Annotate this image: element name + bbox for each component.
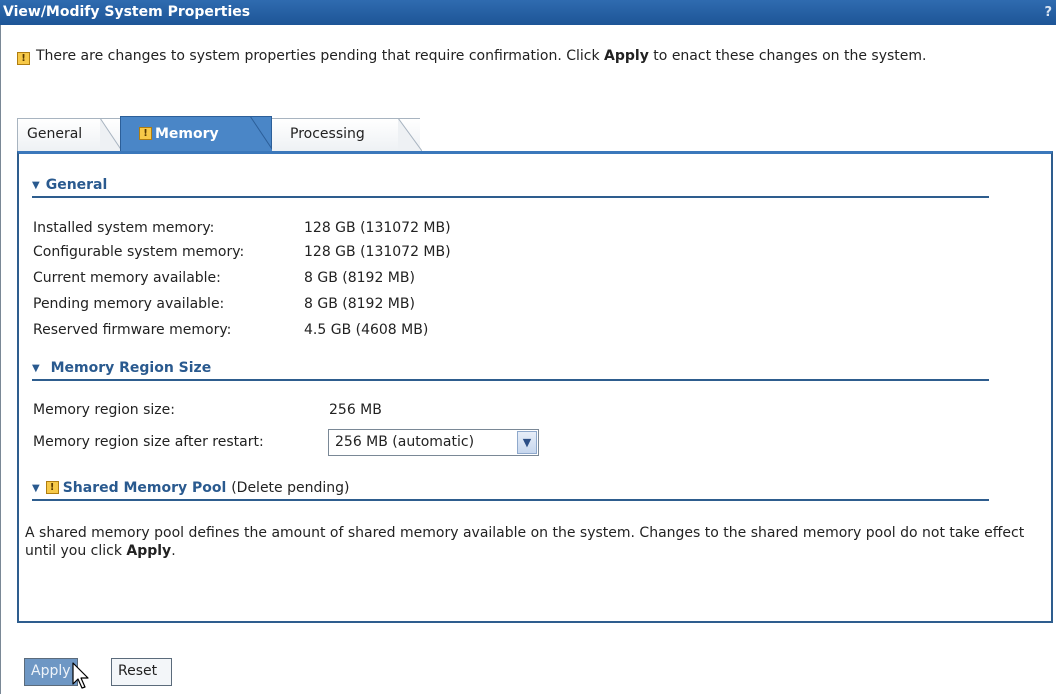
row-configurable-memory: Configurable system memory:: [33, 244, 245, 260]
section-general-header[interactable]: ▼ General: [32, 174, 989, 198]
region-size-after-restart-select[interactable]: 256 MB (automatic) ▼: [328, 429, 539, 456]
chevron-down-icon[interactable]: ▼: [517, 431, 537, 454]
tab-general-edge: [100, 118, 122, 151]
row-reserved-firmware: Reserved firmware memory:: [33, 322, 232, 338]
reset-button[interactable]: Reset: [111, 658, 172, 686]
pending-memory-value: 8 GB (8192 MB): [304, 296, 415, 312]
notice-text: There are changes to system properties p…: [36, 48, 927, 64]
configurable-memory-value: 128 GB (131072 MB): [304, 244, 451, 260]
tab-memory-edge: [250, 116, 274, 152]
help-icon[interactable]: ?: [1044, 0, 1052, 25]
desc-apply-emphasis: Apply: [126, 543, 172, 559]
shared-pool-status: (Delete pending): [231, 480, 350, 496]
window-title: View/Modify System Properties: [3, 4, 251, 20]
current-memory-value: 8 GB (8192 MB): [304, 270, 415, 286]
tab-memory-label: Memory: [155, 126, 219, 142]
section-region-header[interactable]: ▼ Memory Region Size: [32, 357, 989, 381]
row-current-memory: Current memory available:: [33, 270, 221, 286]
section-shared-header[interactable]: ▼! Shared Memory Pool (Delete pending): [32, 477, 989, 501]
tab-processing-label: Processing: [290, 126, 365, 142]
row-installed-memory: Installed system memory:: [33, 220, 215, 236]
row-region-restart: Memory region size after restart:: [33, 434, 264, 450]
pending-changes-notice: ! There are changes to system properties…: [17, 46, 1053, 66]
section-general-title: General: [45, 177, 108, 193]
warning-icon: !: [45, 480, 59, 494]
section-region-title: Memory Region Size: [50, 360, 212, 376]
warning-icon: !: [17, 52, 30, 65]
collapse-triangle-icon[interactable]: ▼: [32, 483, 40, 494]
reserved-firmware-value: 4.5 GB (4608 MB): [304, 322, 429, 338]
warning-icon: !: [139, 126, 152, 140]
window-titlebar: View/Modify System Properties ?: [0, 0, 1056, 25]
installed-memory-value: 128 GB (131072 MB): [304, 220, 451, 236]
notice-apply-emphasis: Apply: [604, 48, 649, 64]
region-size-value: 256 MB: [329, 402, 382, 418]
row-region-size: Memory region size:: [33, 402, 175, 418]
collapse-triangle-icon[interactable]: ▼: [32, 363, 40, 374]
mouse-cursor-icon: [72, 662, 89, 689]
row-pending-memory: Pending memory available:: [33, 296, 225, 312]
select-selected-value: 256 MB (automatic): [335, 434, 475, 450]
collapse-triangle-icon[interactable]: ▼: [32, 180, 40, 191]
tab-processing-edge: [398, 118, 422, 151]
apply-button[interactable]: Apply: [24, 658, 78, 686]
section-shared-title: Shared Memory Pool: [62, 480, 227, 496]
tab-general-label: General: [27, 126, 83, 142]
shared-pool-description: A shared memory pool defines the amount …: [25, 525, 1025, 559]
